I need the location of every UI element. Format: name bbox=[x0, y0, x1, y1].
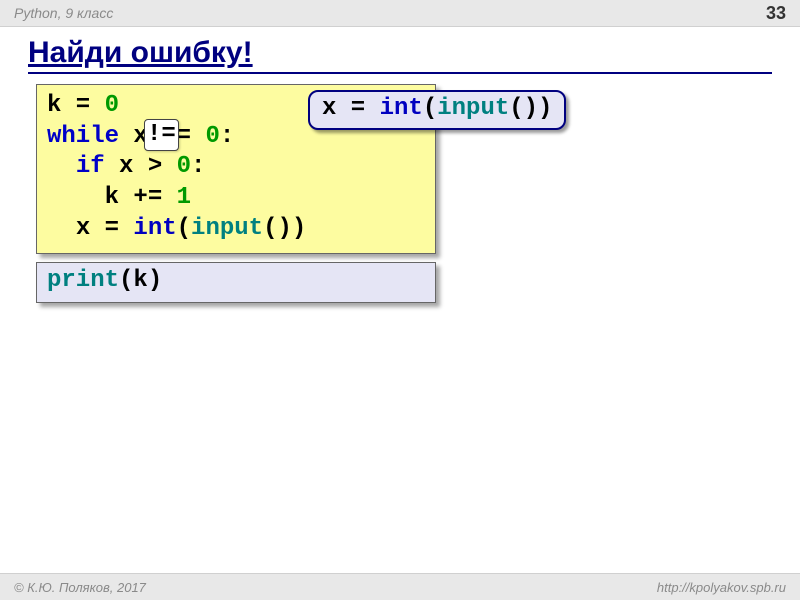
code-token-keyword: while bbox=[47, 123, 119, 150]
code-token: ()) bbox=[509, 95, 552, 122]
code-token-func: input bbox=[191, 215, 263, 242]
code-block-print: print(k) bbox=[36, 262, 436, 303]
code-indent bbox=[47, 184, 105, 211]
code-token: x > bbox=[105, 153, 177, 180]
title-area: Найди ошибку! bbox=[28, 36, 772, 74]
code-token-number: 0 bbox=[105, 92, 119, 119]
code-token-keyword: if bbox=[76, 153, 105, 180]
code-token: ( bbox=[423, 95, 437, 122]
code-token: : bbox=[191, 153, 205, 180]
code-token-func: int bbox=[380, 95, 423, 122]
page-title: Найди ошибку! bbox=[28, 36, 772, 72]
code-token: ( bbox=[119, 267, 133, 294]
code-token: ( bbox=[177, 215, 191, 242]
code-indent bbox=[47, 215, 76, 242]
code-line-4: k += 1 bbox=[47, 183, 425, 214]
code-token: : bbox=[220, 123, 234, 150]
ne-text: != bbox=[147, 121, 176, 148]
code-token: x = bbox=[76, 215, 134, 242]
header-bar: Python, 9 класс 33 bbox=[0, 0, 800, 27]
title-underline bbox=[28, 72, 772, 74]
code-token: ()) bbox=[263, 215, 306, 242]
code-line-3: if x > 0: bbox=[47, 152, 425, 183]
code-token: x = bbox=[322, 95, 380, 122]
page-number: 33 bbox=[766, 3, 786, 24]
course-label: Python, 9 класс bbox=[14, 5, 113, 21]
code-token-number: 0 bbox=[177, 153, 191, 180]
code-token-number: 0 bbox=[205, 123, 219, 150]
code-token-func: input bbox=[437, 95, 509, 122]
code-token: ) bbox=[148, 267, 162, 294]
code-line-5: x = int(input()) bbox=[47, 214, 425, 245]
code-indent bbox=[47, 153, 76, 180]
footer-bar: © К.Ю. Поляков, 2017 http://kpolyakov.sp… bbox=[0, 573, 800, 600]
code-token: = bbox=[61, 92, 104, 119]
code-token-number: 1 bbox=[177, 184, 191, 211]
code-token bbox=[191, 123, 205, 150]
code-token-func: print bbox=[47, 267, 119, 294]
code-token: k bbox=[47, 92, 61, 119]
code-token: k += bbox=[105, 184, 177, 211]
code-token-func: int bbox=[133, 215, 176, 242]
highlight-not-equal: != bbox=[144, 119, 179, 151]
footer-copyright: © К.Ю. Поляков, 2017 bbox=[14, 580, 146, 595]
code-token: k bbox=[133, 267, 147, 294]
footer-url: http://kpolyakov.spb.ru bbox=[657, 580, 786, 595]
slide: Python, 9 класс 33 Найди ошибку! k = 0 w… bbox=[0, 0, 800, 600]
code-line-print: print(k) bbox=[47, 267, 425, 296]
callout-input: x = int(input()) bbox=[308, 90, 566, 130]
